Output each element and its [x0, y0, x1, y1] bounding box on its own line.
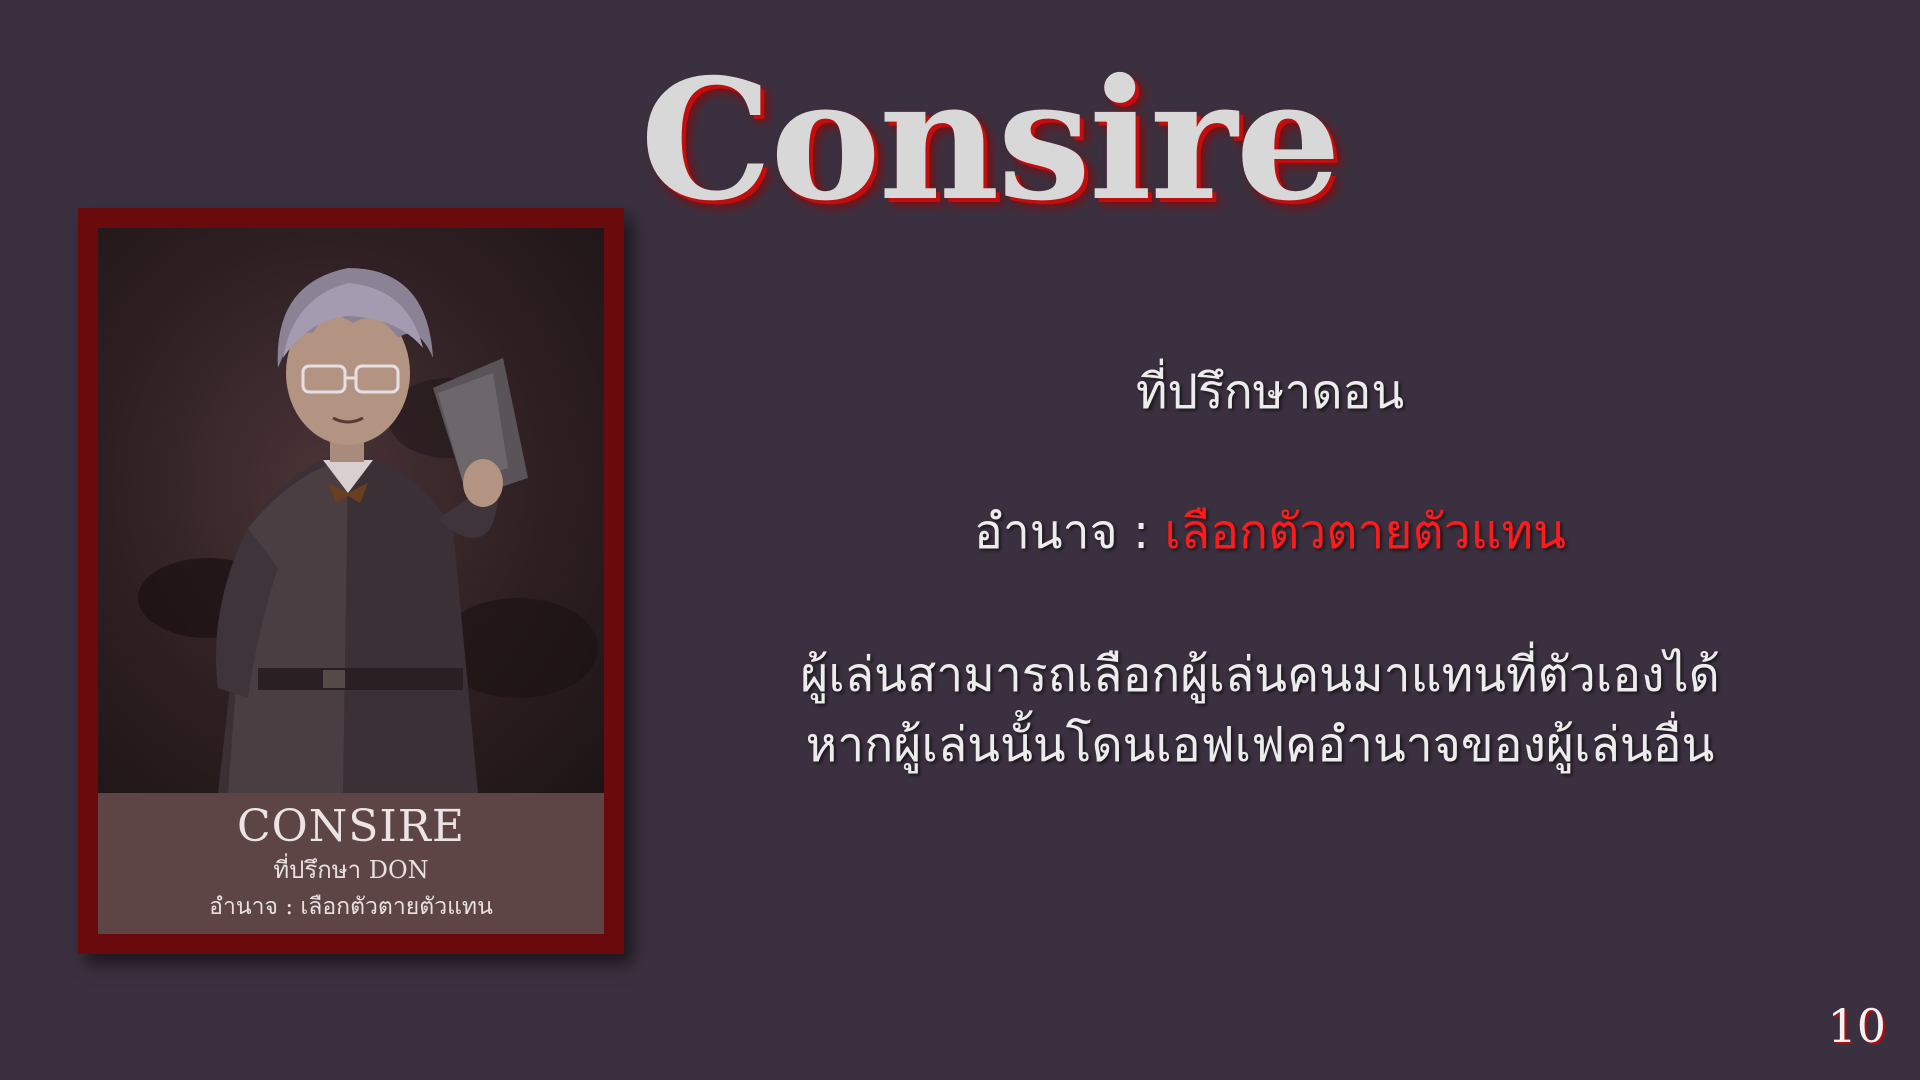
description-line-1: ผู้เล่นสามารถเลือกผู้เล่นคนมาแทนที่ตัวเอ… — [800, 647, 1720, 703]
character-illustration — [98, 228, 604, 793]
character-portrait-image — [138, 268, 598, 793]
card-inner: CONSIRE ที่ปรึกษา DON อำนาจ : เลือกตัวตา… — [98, 228, 604, 934]
power-line: อำนาจ : เลือกตัวตายตัวแทน — [870, 500, 1670, 564]
character-card: CONSIRE ที่ปรึกษา DON อำนาจ : เลือกตัวตา… — [78, 208, 624, 954]
slide-title: Consire — [640, 43, 1341, 238]
card-name: CONSIRE — [236, 801, 465, 852]
power-description: ผู้เล่นสามารถเลือกผู้เล่นคนมาแทนที่ตัวเอ… — [720, 640, 1800, 780]
power-label: อำนาจ : — [974, 504, 1165, 560]
card-caption: CONSIRE ที่ปรึกษา DON อำนาจ : เลือกตัวตา… — [98, 793, 604, 934]
character-role: ที่ปรึกษาดอน — [1135, 364, 1405, 420]
card-power: อำนาจ : เลือกตัวตายตัวแทน — [209, 894, 493, 920]
description-line-2: หากผู้เล่นนั้นโดนเอฟเฟคอำนาจของผู้เล่นอื… — [805, 717, 1715, 773]
power-value: เลือกตัวตายตัวแทน — [1164, 504, 1566, 560]
card-role: ที่ปรึกษา DON — [273, 856, 429, 884]
page-number: 10 — [1827, 999, 1886, 1053]
